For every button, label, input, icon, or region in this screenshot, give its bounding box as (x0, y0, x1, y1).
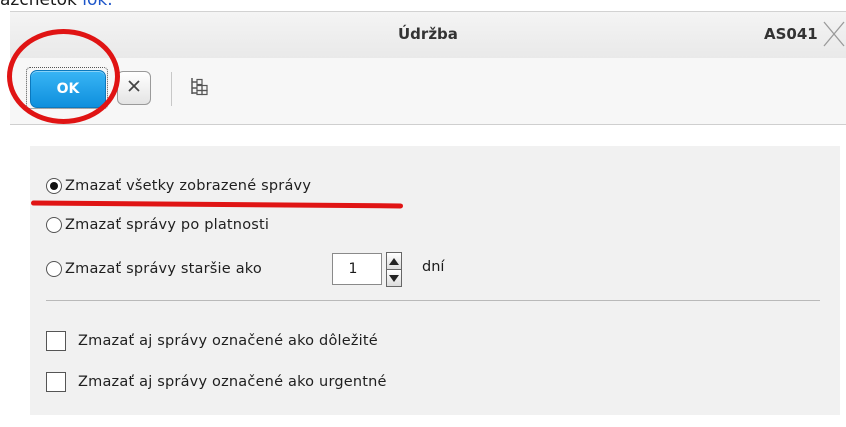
checkbox-important[interactable] (46, 331, 66, 351)
dialog-toolbar: OK (10, 58, 846, 125)
dialog-titlebar: Údržba AS041 (10, 11, 846, 59)
window-close-icon[interactable] (822, 20, 846, 48)
red-annotation-circle (7, 29, 120, 124)
cancel-button[interactable] (117, 71, 151, 105)
days-unit-label: dní (422, 259, 445, 275)
days-stepper[interactable] (386, 252, 402, 287)
screen: azčnetok lok. Údržba AS041 OK Zmazať vše… (0, 0, 846, 427)
radio-delete-expired[interactable]: Zmazať správy po platnosti (46, 214, 269, 236)
triangle-down-icon (389, 270, 399, 286)
radio-delete-all[interactable]: Zmazať všetky zobrazené správy (46, 175, 311, 197)
dialog-title: Údržba (398, 25, 458, 43)
radio-button[interactable] (46, 261, 62, 277)
stepper-up-button[interactable] (386, 252, 402, 270)
options-panel: Zmazať všetky zobrazené správy Zmazať sp… (30, 146, 840, 415)
checkbox-row-urgent[interactable]: Zmazať aj správy označené ako urgentné (46, 370, 387, 394)
tree-structure-icon (189, 76, 209, 100)
checkbox-label-important: Zmazať aj správy označené ako dôležité (78, 333, 378, 349)
triangle-up-icon (389, 253, 399, 269)
checkbox-urgent[interactable] (46, 372, 66, 392)
caption-text: azčnetok (0, 0, 77, 10)
radio-button[interactable] (46, 217, 62, 233)
radio-label-delete-older: Zmazať správy staršie ako (65, 261, 262, 277)
checkbox-label-urgent: Zmazať aj správy označené ako urgentné (78, 374, 387, 390)
radio-button-checked[interactable] (46, 178, 62, 194)
toolbar-separator (171, 72, 172, 106)
checkbox-row-important[interactable]: Zmazať aj správy označené ako dôležité (46, 329, 378, 353)
days-input[interactable]: 1 (332, 253, 382, 285)
section-divider (46, 300, 820, 301)
stepper-down-button[interactable] (386, 270, 402, 287)
clipped-caption: azčnetok lok. (0, 0, 113, 10)
caption-link[interactable]: lok. (82, 0, 112, 10)
radio-label-delete-all: Zmazať všetky zobrazené správy (65, 178, 312, 194)
dialog-code: AS041 (764, 25, 818, 43)
close-x-icon (127, 79, 141, 97)
tree-structure-button[interactable] (186, 75, 212, 101)
radio-delete-older[interactable]: Zmazať správy staršie ako (46, 258, 262, 280)
radio-label-delete-expired: Zmazať správy po platnosti (65, 217, 270, 233)
